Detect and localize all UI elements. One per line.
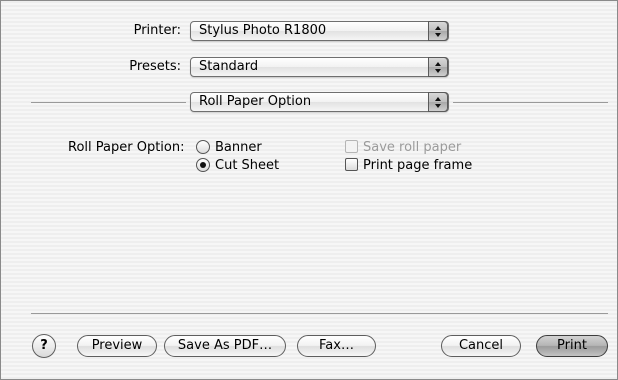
preview-button[interactable]: Preview <box>77 335 157 357</box>
banner-radio[interactable] <box>196 140 210 154</box>
popup-arrows-icon <box>428 57 448 77</box>
print-page-frame-label[interactable]: Print page frame <box>363 158 472 173</box>
presets-value: Standard <box>199 59 259 74</box>
footer-separator <box>31 313 608 314</box>
presets-label: Presets: <box>129 59 181 74</box>
print-button[interactable]: Print <box>536 335 608 357</box>
panel-popup[interactable]: Roll Paper Option <box>190 92 449 112</box>
help-button[interactable]: ? <box>32 334 56 358</box>
cancel-button[interactable]: Cancel <box>441 335 521 357</box>
save-roll-paper-checkbox[interactable] <box>345 140 358 153</box>
banner-label[interactable]: Banner <box>215 140 262 155</box>
panel-value: Roll Paper Option <box>199 94 312 109</box>
printer-value: Stylus Photo R1800 <box>199 23 327 38</box>
printer-popup[interactable]: Stylus Photo R1800 <box>190 21 449 41</box>
print-page-frame-checkbox[interactable] <box>345 158 358 171</box>
popup-arrows-icon <box>428 21 448 41</box>
presets-popup[interactable]: Standard <box>190 57 449 77</box>
save-roll-paper-label[interactable]: Save roll paper <box>363 140 461 155</box>
separator-left <box>31 102 186 103</box>
cut-sheet-radio[interactable] <box>196 158 210 172</box>
printer-label: Printer: <box>133 23 181 38</box>
fax-button[interactable]: Fax… <box>297 335 376 357</box>
popup-arrows-icon <box>428 92 448 112</box>
roll-paper-option-label: Roll Paper Option: <box>68 140 185 155</box>
cut-sheet-label[interactable]: Cut Sheet <box>215 158 279 173</box>
separator-right <box>453 102 608 103</box>
save-as-pdf-button[interactable]: Save As PDF… <box>164 335 286 357</box>
print-dialog: Printer: Stylus Photo R1800 Presets: Sta… <box>0 0 618 380</box>
